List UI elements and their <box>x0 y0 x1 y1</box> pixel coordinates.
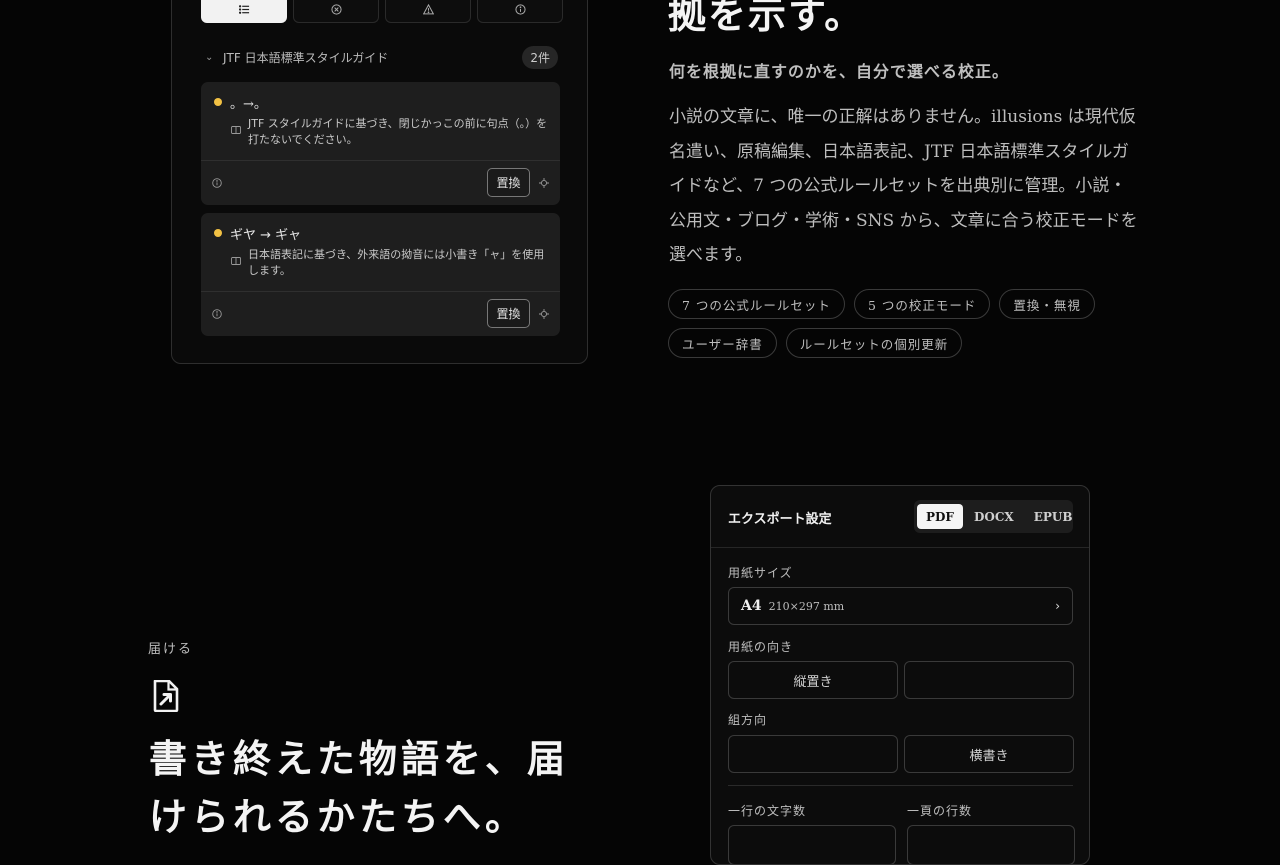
section-title: 書き終えた物語を、届けられるかたちへ。 <box>149 736 570 839</box>
feature-chip: ルールセットの個別更新 <box>785 328 963 358</box>
issue-card: 。→。 JTF スタイルガイドに基づき、閉じかっこの前に句点（。）を打たないでく… <box>201 82 560 205</box>
rule-group-name: JTF 日本語標準スタイルガイド <box>223 50 389 65</box>
issue-description: JTF スタイルガイドに基づき、閉じかっこの前に句点（。）を打たないでください。 <box>248 117 548 146</box>
replace-button[interactable]: 置換 <box>487 299 530 328</box>
panel-title: エクスポート設定 <box>728 512 832 527</box>
format-tab-epub[interactable]: EPUB <box>1025 504 1082 529</box>
section-subtitle: 何を根拠に直すのかを、自分で選べる校正。 <box>669 62 1010 81</box>
filter-tab-warnings[interactable] <box>385 0 471 23</box>
orientation-portrait-button[interactable]: 縦置き <box>728 661 898 699</box>
section-title: 拠を示す。 <box>668 0 865 37</box>
feature-chip: 5 つの校正モード <box>853 289 991 319</box>
rule-group-count: 2件 <box>522 45 558 69</box>
text-direction-label: 組方向 <box>728 713 768 727</box>
rule-group-header[interactable]: ⌄ JTF 日本語標準スタイルガイド 2件 <box>205 44 558 70</box>
warning-icon <box>422 4 434 15</box>
book-icon <box>231 126 241 134</box>
ignore-icon[interactable] <box>539 178 549 188</box>
section-eyebrow: 届ける <box>148 642 194 657</box>
warning-dot-icon <box>214 229 222 237</box>
filter-tabs <box>201 0 563 23</box>
lines-per-page-label: 一頁の行数 <box>907 804 973 818</box>
direction-vertical-button[interactable] <box>728 735 898 773</box>
book-icon <box>231 257 241 265</box>
file-export-icon <box>153 680 179 712</box>
chars-per-line-input[interactable] <box>728 825 896 864</box>
info-icon[interactable] <box>212 178 222 188</box>
issue-description: 日本語表記に基づき、外来語の拗音には小書き「ャ」を使用します。 <box>248 248 545 277</box>
format-tab-pdf[interactable]: PDF <box>917 504 963 529</box>
format-tab-docx[interactable]: DOCX <box>965 504 1023 529</box>
paper-size-select[interactable]: A4 210×297 mm › <box>728 587 1073 625</box>
format-tabs: PDF DOCX EPUB <box>914 500 1073 533</box>
paper-size-value: A4 <box>741 598 762 614</box>
replace-button[interactable]: 置換 <box>487 168 530 197</box>
feature-chips: 7 つの公式ルールセット 5 つの校正モード 置換・無視 ユーザー辞書 ルールセ… <box>668 289 1138 358</box>
feature-chip: 7 つの公式ルールセット <box>668 289 845 319</box>
warning-dot-icon <box>214 98 222 106</box>
filter-tab-all[interactable] <box>201 0 287 23</box>
paper-size-dimensions: 210×297 mm <box>768 599 845 613</box>
feature-chip: ユーザー辞書 <box>668 328 777 358</box>
chevron-right-icon: › <box>1055 599 1060 613</box>
chevron-down-icon: ⌄ <box>205 51 214 63</box>
issue-title: ギヤ → ギャ <box>230 228 302 243</box>
ignore-icon[interactable] <box>539 309 549 319</box>
feature-chip: 置換・無視 <box>999 289 1095 319</box>
export-settings-panel: エクスポート設定 PDF DOCX EPUB 用紙サイズ A4 210×297 … <box>710 485 1090 865</box>
direction-horizontal-button[interactable]: 横書き <box>904 735 1074 773</box>
lines-per-page-input[interactable] <box>907 825 1075 864</box>
filter-tab-info[interactable] <box>477 0 563 23</box>
info-icon[interactable] <box>212 309 222 319</box>
issue-title: 。→。 <box>230 97 267 112</box>
list-icon <box>238 5 249 14</box>
chars-per-line-label: 一行の文字数 <box>728 804 807 818</box>
filter-tab-errors[interactable] <box>293 0 379 23</box>
info-icon <box>514 4 526 15</box>
orientation-landscape-button[interactable] <box>904 661 1074 699</box>
x-circle-icon <box>330 4 342 15</box>
issue-card: ギヤ → ギャ 日本語表記に基づき、外来語の拗音には小書き「ャ」を使用します。 … <box>201 213 560 336</box>
divider <box>728 785 1073 786</box>
orientation-label: 用紙の向き <box>728 640 794 654</box>
section-body: 小説の文章に、唯一の正解はありません。illusions は現代仮名遣い、原稿編… <box>669 107 1138 265</box>
proofing-panel: ⌄ JTF 日本語標準スタイルガイド 2件 。→。 JTF スタイルガイドに基づ… <box>171 0 588 364</box>
paper-size-label: 用紙サイズ <box>728 566 793 580</box>
